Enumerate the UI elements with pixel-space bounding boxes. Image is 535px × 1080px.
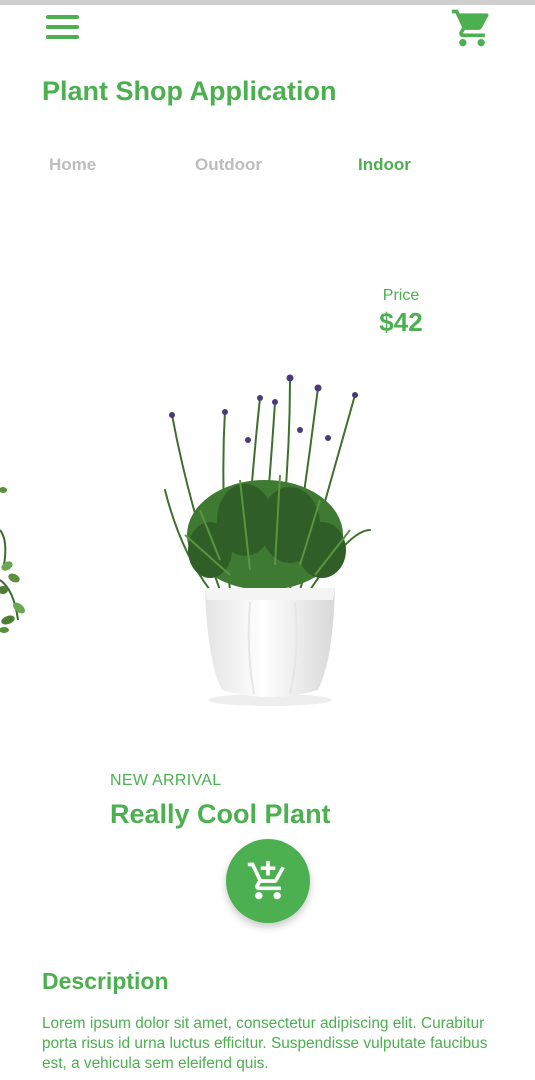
hamburger-menu-icon-bar: [46, 25, 79, 29]
add-to-cart-button[interactable]: [226, 839, 310, 923]
hamburger-menu-icon: [46, 15, 79, 19]
description-text: Lorem ipsum dolor sit amet, consectetur …: [42, 1015, 488, 1072]
top-status-strip: [0, 0, 535, 5]
side-plant-image[interactable]: [0, 470, 40, 650]
add-to-cart-icon: [247, 860, 285, 900]
plant-image: [164, 374, 371, 706]
tab-indoor[interactable]: Indoor: [358, 155, 411, 175]
price-value: $42: [379, 307, 423, 337]
product-name: Really Cool Plant: [110, 799, 331, 829]
price-block: Price $42: [340, 287, 462, 338]
new-arrival-tag: NEW ARRIVAL: [110, 772, 222, 789]
page-title: Plant Shop Application: [42, 76, 337, 106]
menu-button[interactable]: [44, 13, 82, 43]
description-heading: Description: [42, 968, 169, 994]
hamburger-menu-icon-bar: [46, 35, 79, 39]
price-label: Price: [382, 287, 420, 304]
shopping-cart-icon: [451, 9, 489, 47]
cart-button[interactable]: [450, 6, 494, 50]
tab-home[interactable]: Home: [49, 155, 96, 175]
category-tabs: Home Outdoor Indoor: [0, 155, 535, 185]
tab-outdoor[interactable]: Outdoor: [195, 155, 262, 175]
